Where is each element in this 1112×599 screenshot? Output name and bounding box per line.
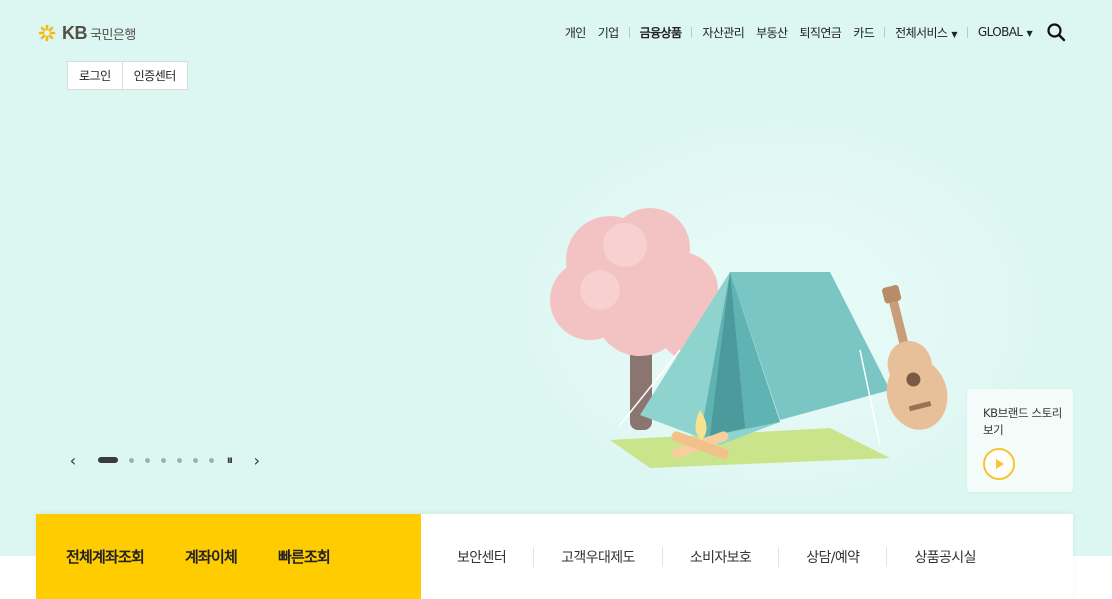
nav-divider: [691, 26, 693, 38]
slider-dot[interactable]: [161, 457, 166, 463]
quick-divider: [533, 546, 535, 567]
login-box: 로그인 인증센터: [67, 61, 188, 90]
nav-financial-products[interactable]: 금융상품: [640, 24, 682, 41]
quick-main-panel: 전체계좌조회 계좌이체 빠른조회: [36, 514, 421, 599]
quick-fast-inquiry[interactable]: 빠른조회: [278, 546, 331, 567]
hero-banner: KB 국민은행 개인 기업 금융상품 자산관리 부동산 퇴직연금 카드 전체서비…: [0, 0, 1112, 556]
logo-bank-name: 국민은행: [90, 27, 136, 43]
nav-personal[interactable]: 개인: [565, 24, 586, 41]
global-nav: 개인 기업 금융상품 자산관리 부동산 퇴직연금 카드 전체서비스 ▼ GLOBA…: [565, 22, 1066, 42]
slider-dot[interactable]: [98, 457, 118, 463]
slider-dot[interactable]: [177, 457, 182, 463]
nav-divider: [884, 26, 886, 38]
kb-star-icon: [38, 24, 56, 42]
brand-story-text: KB브랜드 스토리 보기: [983, 406, 1062, 437]
nav-pension[interactable]: 퇴직연금: [799, 24, 841, 41]
quick-customer-benefits[interactable]: 고객우대제도: [561, 547, 635, 567]
quick-divider: [661, 546, 663, 567]
quick-all-accounts[interactable]: 전체계좌조회: [66, 546, 145, 567]
quick-divider: [886, 546, 888, 567]
quick-product-disclosure[interactable]: 상품공시실: [914, 547, 976, 567]
nav-divider: [966, 26, 968, 38]
play-button[interactable]: [983, 448, 1015, 480]
nav-asset-management[interactable]: 자산관리: [702, 24, 744, 41]
slider-dot[interactable]: [145, 457, 150, 463]
quick-divider: [778, 546, 780, 567]
nav-all-services[interactable]: 전체서비스 ▼: [895, 24, 957, 41]
slider-next-button[interactable]: ›: [250, 451, 264, 470]
quick-transfer[interactable]: 계좌이체: [185, 546, 238, 567]
nav-business[interactable]: 기업: [598, 24, 619, 41]
nav-all-services-label: 전체서비스: [895, 25, 948, 40]
slider-dot[interactable]: [193, 457, 198, 463]
nav-global-label: GLOBAL: [977, 25, 1023, 39]
logo-kb-text: KB: [62, 22, 88, 43]
kb-logo[interactable]: KB 국민은행: [36, 22, 136, 44]
login-button[interactable]: 로그인: [68, 62, 122, 89]
slider-controls: ‹ ıı ›: [66, 450, 264, 470]
nav-card[interactable]: 카드: [853, 24, 874, 41]
nav-real-estate[interactable]: 부동산: [756, 24, 788, 41]
search-icon[interactable]: [1046, 22, 1066, 42]
nav-global[interactable]: GLOBAL ▼: [977, 25, 1033, 39]
cert-center-button[interactable]: 인증센터: [121, 62, 187, 89]
camping-tent-illustration: [550, 208, 948, 468]
slider-dot[interactable]: [129, 457, 134, 463]
nav-divider: [628, 26, 630, 38]
quick-sub-panel: 보안센터 고객우대제도 소비자보호 상담/예약 상품공시실: [421, 514, 1073, 599]
play-icon: [996, 459, 1004, 469]
caret-down-icon: ▼: [1026, 29, 1032, 38]
quick-security-center[interactable]: 보안센터: [457, 547, 507, 567]
pause-button[interactable]: ıı: [227, 455, 233, 466]
quick-consult-reserve[interactable]: 상담/예약: [806, 547, 860, 567]
quick-menu-bar: 전체계좌조회 계좌이체 빠른조회 보안센터 고객우대제도 소비자보호 상담/예약…: [36, 514, 1073, 599]
quick-consumer-protection[interactable]: 소비자보호: [690, 547, 752, 567]
brand-story-card[interactable]: KB브랜드 스토리 보기: [967, 389, 1073, 492]
slider-prev-button[interactable]: ‹: [66, 451, 80, 470]
slider-dots: [98, 457, 225, 463]
slider-dot[interactable]: [209, 457, 214, 463]
caret-down-icon: ▼: [951, 29, 957, 39]
